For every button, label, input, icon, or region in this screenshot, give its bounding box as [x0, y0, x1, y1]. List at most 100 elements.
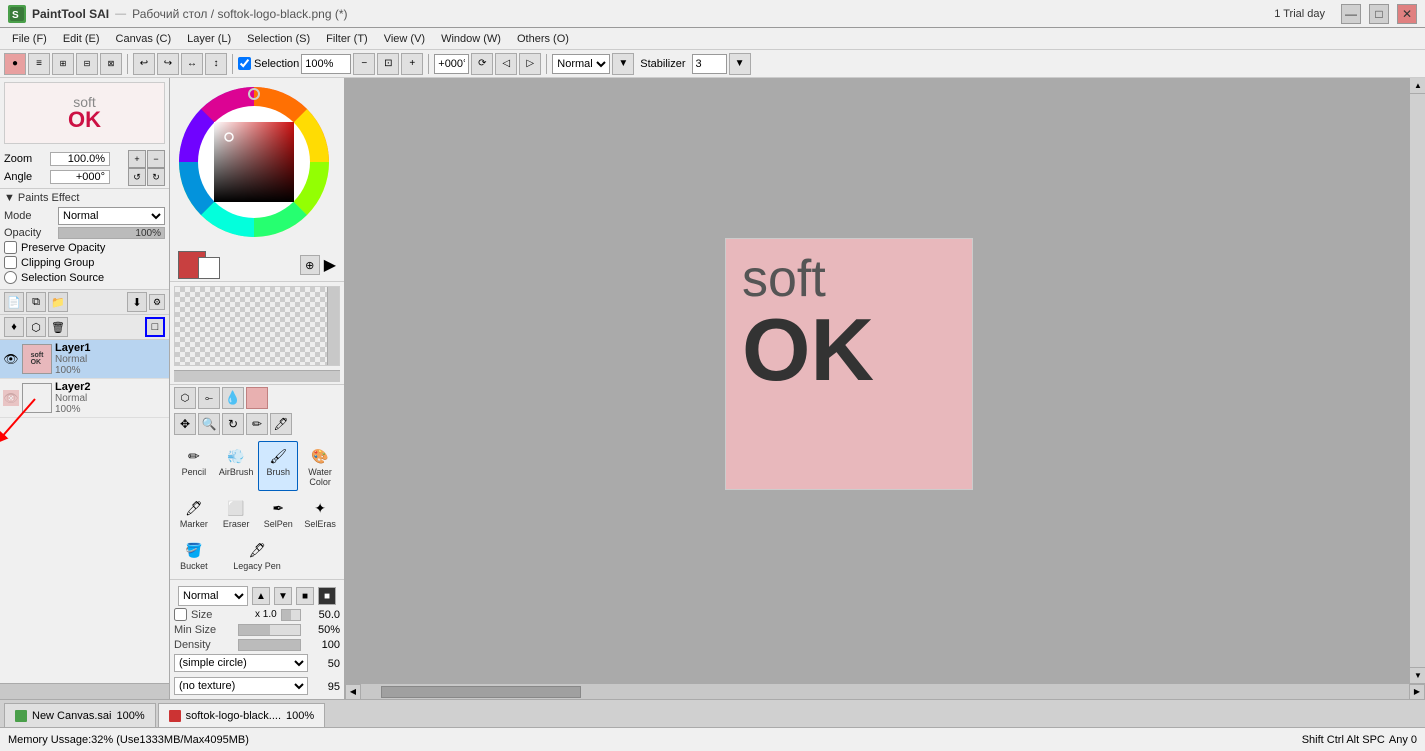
menu-window[interactable]: Window (W): [433, 31, 509, 47]
min-size-bar[interactable]: [238, 624, 301, 636]
hscroll-track[interactable]: [361, 684, 1409, 699]
fill-btn[interactable]: ■: [318, 587, 336, 605]
minimize-button[interactable]: —: [1341, 4, 1361, 24]
airbrush-tool[interactable]: 💨 AirBrush: [216, 441, 257, 491]
folder-btn[interactable]: 📁: [48, 292, 68, 312]
tab-new-canvas[interactable]: New Canvas.sai 100%: [4, 703, 156, 727]
blend-mode-btn[interactable]: ▼: [612, 53, 634, 75]
vscroll-up-btn[interactable]: ▲: [1410, 78, 1425, 94]
layer1-eye[interactable]: 👁: [3, 351, 19, 367]
opacity-bar[interactable]: 100%: [58, 227, 165, 239]
texture-select[interactable]: (no texture): [174, 677, 308, 695]
hscroll-left-btn[interactable]: ◀: [345, 684, 361, 700]
eyedrop-btn[interactable]: 💧: [222, 387, 244, 409]
zoom-tool-btn[interactable]: 🔍: [198, 413, 220, 435]
size-check[interactable]: [174, 608, 187, 621]
density-bar[interactable]: [238, 639, 301, 651]
delete-btn[interactable]: 🗑: [48, 317, 68, 337]
vscroll-down-btn[interactable]: ▼: [1410, 667, 1425, 683]
stabilizer-input[interactable]: [692, 54, 727, 74]
layer2-item[interactable]: 👁 ✕ Layer2 Normal 100%: [0, 379, 169, 418]
merge-btn[interactable]: ⬇: [127, 292, 147, 312]
copy2-btn[interactable]: ⬡: [26, 317, 46, 337]
triangle-down-btn[interactable]: ▼: [274, 587, 292, 605]
selpen-tool[interactable]: ✒ SelPen: [258, 493, 298, 533]
pen-tool-btn[interactable]: ✏: [246, 413, 268, 435]
angle-left-btn[interactable]: ↺: [128, 168, 146, 186]
hscroll-right-btn[interactable]: ▶: [1409, 684, 1425, 700]
selection-source-radio[interactable]: [4, 271, 17, 284]
menu-others[interactable]: Others (O): [509, 31, 577, 47]
expand-icon[interactable]: ▼: [4, 192, 15, 204]
move-btn[interactable]: ✥: [174, 413, 196, 435]
triangle-up-btn[interactable]: ▲: [252, 587, 270, 605]
nav-btn4[interactable]: ↕: [205, 53, 227, 75]
menu-edit[interactable]: Edit (E): [55, 31, 108, 47]
rotate-btn[interactable]: ↻: [222, 413, 244, 435]
legacy-pen-tool[interactable]: 🖋 Legacy Pen: [216, 535, 298, 575]
size-bar[interactable]: [281, 609, 301, 621]
grid-btn4[interactable]: ⊠: [100, 53, 122, 75]
color-wheel-svg[interactable]: [174, 82, 334, 242]
square-btn[interactable]: ■: [296, 587, 314, 605]
selection-check-label[interactable]: Selection: [238, 57, 299, 70]
zoom-fit-btn[interactable]: ⊡: [377, 53, 399, 75]
stabilizer-dropdown[interactable]: ▼: [729, 53, 751, 75]
copy-layer-btn[interactable]: ⧉: [26, 292, 46, 312]
left-scroll-btn[interactable]: [0, 684, 169, 699]
brush-tool[interactable]: 🖌 Brush: [258, 441, 298, 491]
zoom-plus-btn[interactable]: +: [401, 53, 423, 75]
selection-checkbox[interactable]: [238, 57, 251, 70]
mode-select[interactable]: Normal: [58, 207, 165, 225]
sample-scroll-right[interactable]: [327, 287, 339, 365]
straight-pen-btn[interactable]: 🖊: [270, 413, 292, 435]
tab-softok[interactable]: softok-logo-black.... 100%: [158, 703, 326, 727]
seleras-tool[interactable]: ✦ SelEras: [300, 493, 340, 533]
zoom-right-btn[interactable]: −: [147, 150, 165, 168]
sample-scroll-bottom[interactable]: [174, 370, 340, 382]
brush-mode-select[interactable]: Normal: [178, 586, 248, 606]
layer1-item[interactable]: 👁 softOK Layer1 Normal 100%: [0, 340, 169, 379]
layer-settings-btn[interactable]: ⚙: [149, 294, 165, 310]
bucket-tool[interactable]: 🪣 Bucket: [174, 535, 214, 575]
shape-select[interactable]: (simple circle): [174, 654, 308, 672]
lasso-btn[interactable]: ⬡: [174, 387, 196, 409]
color-picker-btn[interactable]: ⊕: [300, 255, 320, 275]
new-layer-btn[interactable]: 📄: [4, 292, 24, 312]
maximize-button[interactable]: □: [1369, 4, 1389, 24]
blend-down-btn[interactable]: ♦: [4, 317, 24, 337]
zoom-minus-btn[interactable]: −: [353, 53, 375, 75]
angle-btn1[interactable]: ⟳: [471, 53, 493, 75]
blend-mode-select[interactable]: Normal: [552, 54, 610, 74]
zoom-left-btn[interactable]: +: [128, 150, 146, 168]
nav-btn3[interactable]: ↔: [181, 53, 203, 75]
close-button[interactable]: ✕: [1397, 4, 1417, 24]
arrow-right-btn[interactable]: ▶: [324, 255, 336, 275]
watercolor-tool[interactable]: 🎨 Water Color: [300, 441, 340, 491]
color-circle-btn[interactable]: ●: [4, 53, 26, 75]
pencil-tool[interactable]: ✏ Pencil: [174, 441, 214, 491]
zoom-input[interactable]: [301, 54, 351, 74]
fill-color-box[interactable]: [246, 387, 268, 409]
menu-canvas[interactable]: Canvas (C): [108, 31, 180, 47]
angle-btn2[interactable]: ◁: [495, 53, 517, 75]
eraser-tool[interactable]: ⬜ Eraser: [216, 493, 257, 533]
free-select-btn[interactable]: ⟜: [198, 387, 220, 409]
grid-btn1[interactable]: ≡: [28, 53, 50, 75]
angle-right-btn[interactable]: ↻: [147, 168, 165, 186]
layer-mask-btn[interactable]: □: [145, 317, 165, 337]
marker-tool[interactable]: 🖊 Marker: [174, 493, 214, 533]
canvas-area[interactable]: soft OK ▲ ▼: [345, 78, 1425, 683]
menu-layer[interactable]: Layer (L): [179, 31, 239, 47]
nav-btn2[interactable]: ↪: [157, 53, 179, 75]
menu-filter[interactable]: Filter (T): [318, 31, 376, 47]
menu-selection[interactable]: Selection (S): [239, 31, 318, 47]
preserve-opacity-check[interactable]: [4, 241, 17, 254]
menu-file[interactable]: File (F): [4, 31, 55, 47]
clipping-group-check[interactable]: [4, 256, 17, 269]
angle-input[interactable]: [434, 54, 469, 74]
background-color[interactable]: [198, 257, 220, 279]
angle-btn3[interactable]: ▷: [519, 53, 541, 75]
menu-view[interactable]: View (V): [376, 31, 433, 47]
hscroll-thumb[interactable]: [381, 686, 581, 698]
